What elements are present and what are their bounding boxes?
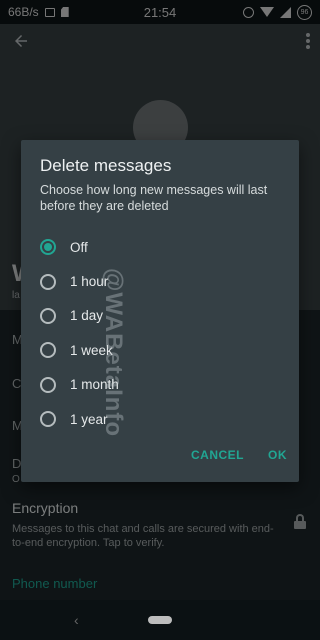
- watermark: @WABetaInfo: [100, 268, 127, 438]
- dialog-actions: CANCEL OK: [179, 444, 299, 466]
- radio-unchecked-icon[interactable]: [40, 307, 56, 324]
- option-1-week[interactable]: 1 week: [40, 333, 280, 367]
- option-1-day[interactable]: 1 day: [40, 299, 280, 333]
- dialog-description: Choose how long new messages will last b…: [40, 183, 268, 213]
- nav-back-icon[interactable]: ‹: [74, 612, 79, 628]
- cancel-button[interactable]: CANCEL: [179, 444, 256, 466]
- option-1-year[interactable]: 1 year: [40, 402, 280, 436]
- option-1-hour[interactable]: 1 hour: [40, 264, 280, 298]
- nav-home-pill[interactable]: [148, 616, 172, 624]
- radio-checked-icon[interactable]: [40, 239, 56, 256]
- watermark-container: @WABetaInfo: [97, 268, 127, 448]
- radio-unchecked-icon[interactable]: [40, 342, 56, 359]
- option-1-month[interactable]: 1 month: [40, 368, 280, 402]
- radio-unchecked-icon[interactable]: [40, 411, 56, 428]
- ok-button[interactable]: OK: [256, 444, 299, 466]
- delete-messages-dialog: Delete messages Choose how long new mess…: [21, 140, 299, 482]
- option-label: Off: [70, 239, 88, 255]
- navigation-bar: ‹: [0, 600, 320, 640]
- dialog-title: Delete messages: [40, 156, 172, 175]
- duration-options: Off 1 hour 1 day 1 week 1 month 1 year: [40, 230, 280, 436]
- option-off[interactable]: Off: [40, 230, 280, 264]
- radio-unchecked-icon[interactable]: [40, 376, 56, 393]
- radio-unchecked-icon[interactable]: [40, 273, 56, 290]
